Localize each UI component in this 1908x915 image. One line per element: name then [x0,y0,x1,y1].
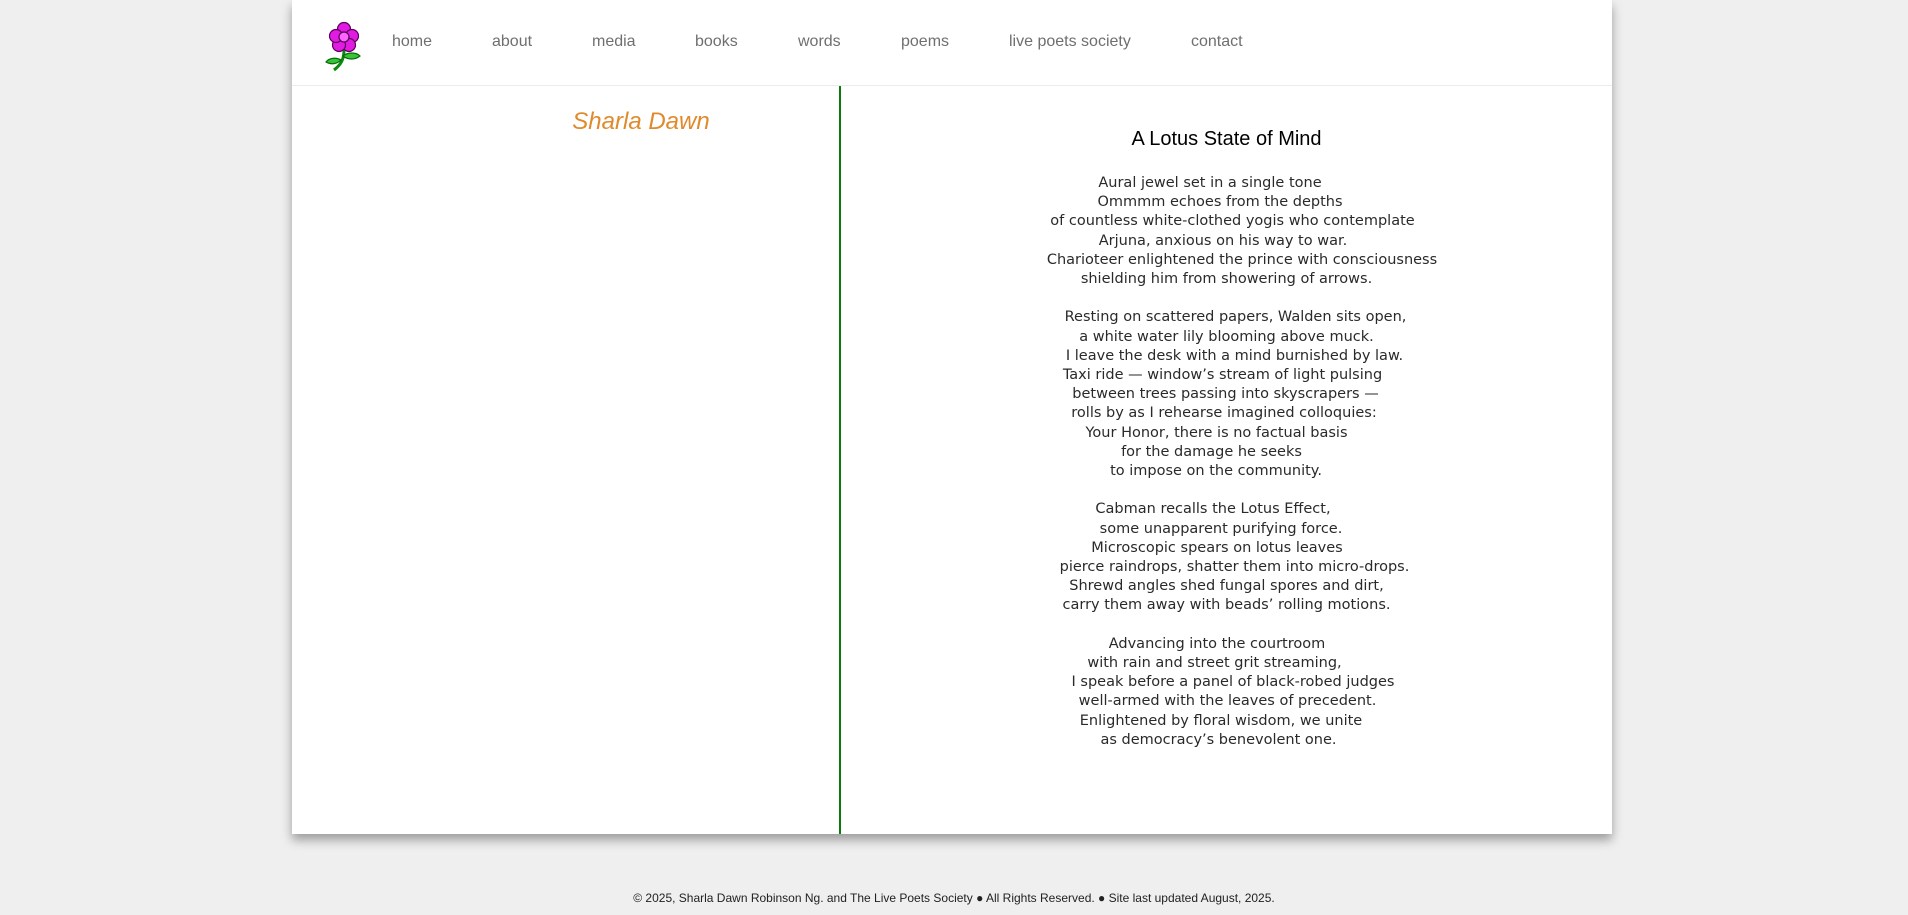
nav-live-poets-society-link[interactable]: live poets society [1009,33,1131,51]
poem-line: rolls by as I rehearse imagined colloqui… [1071,405,1377,422]
poem-title: A Lotus State of Mind [1131,128,1322,150]
poem-line: Enlightened by floral wisdom, we unite [1079,712,1363,729]
page-card: home about media books words poems live … [292,0,1612,834]
poem-body: Aural jewel set in a single tone Ommmm e… [841,174,1612,769]
poem-line: Charioteer enlightened the prince with c… [1046,251,1438,268]
poem-line: between trees passing into skyscrapers — [1072,386,1379,403]
nav-about-link[interactable]: about [492,33,532,51]
poem-line: well-armed with the leaves of precedent. [1078,693,1377,710]
poem-line: of countless white-clothed yogis who con… [1050,213,1415,230]
poem-line: Aural jewel set in a single tone [1098,175,1322,191]
poem-line: Your Honor, there is no factual basis [1085,424,1348,441]
copyright-footer: © 2025, Sharla Dawn Robinson Ng. and The… [633,891,1275,905]
poem-line: Shrewd angles shed fungal spores and dir… [1069,578,1384,595]
poem-line: some unapparent purifying force. [1099,520,1343,537]
poem-line: Resting on scattered papers, Walden sits… [1064,309,1407,326]
poem-line: as democracy’s benevolent one. [1100,731,1337,748]
poem-stanza: Cabman recalls the Lotus Effect, some un… [841,500,1612,615]
poem-line: for the damage he seeks [1121,443,1302,460]
poem-line: carry them away with beads’ rolling moti… [1062,597,1391,614]
author-name: Sharla Dawn [572,108,710,135]
poem-line: I leave the desk with a mind burnished b… [1065,347,1404,364]
poem-stanza: Advancing into the courtroom with rain a… [841,635,1612,750]
top-navigation-bar: home about media books words poems live … [292,0,1612,86]
nav-media-link[interactable]: media [592,33,636,51]
nav-books-link[interactable]: books [695,33,738,51]
poem-line: Taxi ride — window’s stream of light pul… [1062,367,1383,384]
nav-contact-link[interactable]: contact [1191,33,1243,51]
nav-words-link[interactable]: words [798,33,841,51]
left-column: Sharla Dawn [292,86,840,834]
poem-stanza: Resting on scattered papers, Walden sits… [841,308,1612,481]
poem-stanza: Aural jewel set in a single tone Ommmm e… [841,174,1612,289]
poem-line: to impose on the community. [1110,463,1322,480]
poem-line: with rain and street grit streaming, [1087,655,1342,672]
poem-line: Arjuna, anxious on his way to war. [1098,232,1348,249]
poem-line: a white water lily blooming above muck. [1079,328,1374,345]
poem-line: shielding him from showering of arrows. [1080,271,1373,288]
nav-poems-link[interactable]: poems [901,33,949,51]
poem-line: Advancing into the courtroom [1108,635,1326,652]
poem-line: Cabman recalls the Lotus Effect, [1095,501,1331,518]
poem-line: Microscopic spears on lotus leaves [1091,539,1343,556]
poem-line: Ommmm echoes from the depths [1097,194,1343,211]
nav-home-link[interactable]: home [392,33,432,51]
poem-line: I speak before a panel of black-robed ju… [1071,674,1395,691]
poem-line: pierce raindrops, shatter them into micr… [1059,559,1410,576]
flower-logo-icon[interactable] [322,20,366,76]
poem-column: A Lotus State of Mind Aural jewel set in… [841,86,1612,834]
